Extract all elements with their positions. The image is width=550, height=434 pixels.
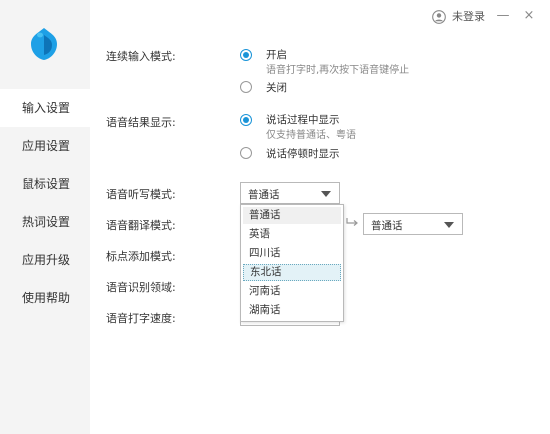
- chevron-down-icon: [444, 222, 454, 228]
- dropdown-option-henanese[interactable]: 河南话: [243, 283, 341, 300]
- login-status-label[interactable]: 未登录: [452, 10, 485, 24]
- sidebar-item-hotword-settings[interactable]: 热词设置: [0, 203, 90, 241]
- sidebar-item-app-upgrade[interactable]: 应用升级: [0, 241, 90, 279]
- continuous-input-on-desc: 语音打字时,再次按下语音键停止: [266, 65, 410, 76]
- close-button[interactable]: ×: [522, 9, 536, 23]
- app-logo-icon: [31, 28, 57, 60]
- sidebar: 输入设置 应用设置 鼠标设置 热词设置 应用升级 使用帮助: [0, 0, 90, 434]
- dropdown-option-english[interactable]: 英语: [243, 226, 341, 243]
- result-display-realtime-desc: 仅支持普通话、粤语: [266, 130, 356, 141]
- continuous-input-on-radio[interactable]: [240, 49, 252, 61]
- typing-speed-label: 语音打字速度:: [106, 312, 176, 325]
- dictation-mode-value: 普通话: [248, 189, 280, 201]
- translate-target-select[interactable]: 普通话: [363, 213, 463, 235]
- punctuation-mode-label: 标点添加模式:: [106, 250, 176, 263]
- sidebar-nav: 输入设置 应用设置 鼠标设置 热词设置 应用升级 使用帮助: [0, 89, 90, 317]
- dictation-mode-label: 语音听写模式:: [106, 188, 176, 201]
- result-display-realtime-label: 说话过程中显示: [266, 114, 340, 126]
- dropdown-option-mandarin[interactable]: 普通话: [243, 207, 341, 224]
- translate-target-value: 普通话: [371, 220, 403, 232]
- dropdown-option-hunanese[interactable]: 湖南话: [243, 302, 341, 319]
- continuous-input-on-label: 开启: [266, 49, 287, 61]
- dictation-mode-select[interactable]: 普通话: [240, 182, 340, 204]
- result-display-pause-radio[interactable]: [240, 147, 252, 159]
- chevron-down-icon: [321, 191, 331, 197]
- continuous-input-off-radio[interactable]: [240, 81, 252, 93]
- sidebar-item-help[interactable]: 使用帮助: [0, 279, 90, 317]
- arrow-right-icon: [346, 218, 358, 226]
- translate-mode-label: 语音翻译模式:: [106, 219, 176, 232]
- result-display-label: 语音结果显示:: [106, 116, 176, 129]
- result-display-realtime-radio[interactable]: [240, 114, 252, 126]
- minimize-button[interactable]: —: [496, 9, 510, 23]
- dropdown-option-sichuanese[interactable]: 四川话: [243, 245, 341, 262]
- continuous-input-label: 连续输入模式:: [106, 50, 176, 63]
- recognition-domain-label: 语音识别领域:: [106, 281, 176, 294]
- user-circle-icon[interactable]: [432, 10, 446, 24]
- sidebar-item-app-settings[interactable]: 应用设置: [0, 127, 90, 165]
- result-display-pause-label: 说话停顿时显示: [266, 148, 340, 160]
- dropdown-option-northeastern[interactable]: 东北话: [243, 264, 341, 281]
- continuous-input-off-label: 关闭: [266, 82, 287, 94]
- sidebar-item-mouse-settings[interactable]: 鼠标设置: [0, 165, 90, 203]
- sidebar-item-input-settings[interactable]: 输入设置: [0, 89, 90, 127]
- dictation-mode-dropdown: 普通话 英语 四川话 东北话 河南话 湖南话: [240, 204, 344, 322]
